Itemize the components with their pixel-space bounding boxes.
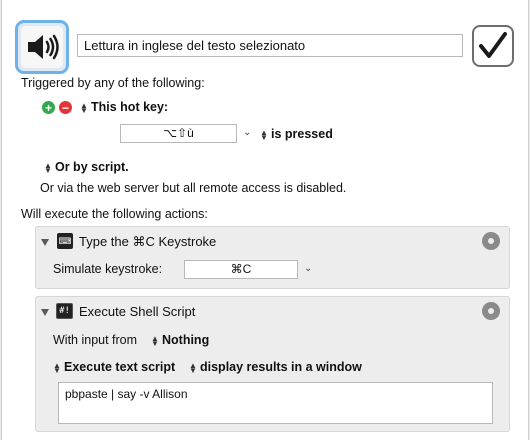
script-mode-popup[interactable]: ▲ ▼ Execute text script [53,360,175,374]
checkmark-icon [479,32,507,58]
hotkey-trigger-label: This hot key: [91,100,169,114]
action-title: Type the ⌘C Keystroke [79,234,217,249]
triggers-heading: Triggered by any of the following: [21,76,205,90]
keystroke-icon: ⌨ [57,233,73,249]
action-card-shell-script: #! Execute Shell Script With input from … [35,296,510,432]
output-mode-popup[interactable]: ▲ ▼ display results in a window [189,360,362,374]
macro-name-input[interactable]: Lettura in inglese del testo selezionato [77,34,463,57]
remove-trigger-button[interactable]: − [59,101,72,114]
web-server-note: Or via the web server but all remote acc… [40,181,347,195]
updown-arrows-icon: ▲ ▼ [189,360,197,375]
actions-heading: Will execute the following actions: [21,207,208,221]
updown-arrows-icon: ▲ ▼ [53,360,61,375]
macro-enabled-checkbox[interactable] [472,25,514,67]
hotkey-field[interactable]: ⌥⇧ù [120,124,237,143]
plus-icon: + [44,100,52,115]
hotkey-condition-popup[interactable]: ▲ ▼ is pressed [260,127,333,141]
updown-arrows-icon: ▲ ▼ [44,160,52,175]
updown-arrows-icon: ▲ ▼ [260,127,268,142]
script-mode-value: Execute text script [64,360,176,374]
simulate-keystroke-label: Simulate keystroke: [53,262,163,276]
gear-icon[interactable] [482,302,500,320]
output-mode-value: display results in a window [200,360,362,374]
chevron-down-icon[interactable]: ⌄ [304,263,312,274]
hotkey-trigger-popup[interactable]: ▲ ▼ This hot key: [80,100,168,114]
macro-icon-well[interactable] [15,20,69,74]
updown-arrows-icon: ▲ ▼ [80,100,88,115]
gear-icon[interactable] [482,232,500,250]
input-from-popup[interactable]: ▲ ▼ Nothing [151,333,209,347]
shell-script-icon: #! [56,303,73,319]
add-trigger-button[interactable]: + [42,101,55,114]
script-trigger-label: Or by script. [55,160,129,174]
speaker-icon [21,26,63,68]
disclosure-triangle-icon[interactable] [41,309,49,316]
input-from-label: With input from [53,333,138,347]
disclosure-triangle-icon[interactable] [41,239,49,246]
action-card-keystroke: ⌨ Type the ⌘C Keystroke Simulate keystro… [35,226,510,289]
macro-editor-panel: Lettura in inglese del testo selezionato… [1,0,529,440]
script-textarea[interactable]: pbpaste | say -v Allison [58,382,493,424]
chevron-down-icon[interactable]: ⌄ [243,127,251,138]
minus-icon: − [61,100,69,115]
updown-arrows-icon: ▲ ▼ [151,333,159,348]
script-trigger-popup[interactable]: ▲ ▼ Or by script. [44,160,129,174]
input-from-value: Nothing [162,333,210,347]
hotkey-condition-label: is pressed [271,127,333,141]
action-title: Execute Shell Script [79,304,196,319]
keystroke-field[interactable]: ⌘C [184,260,298,279]
